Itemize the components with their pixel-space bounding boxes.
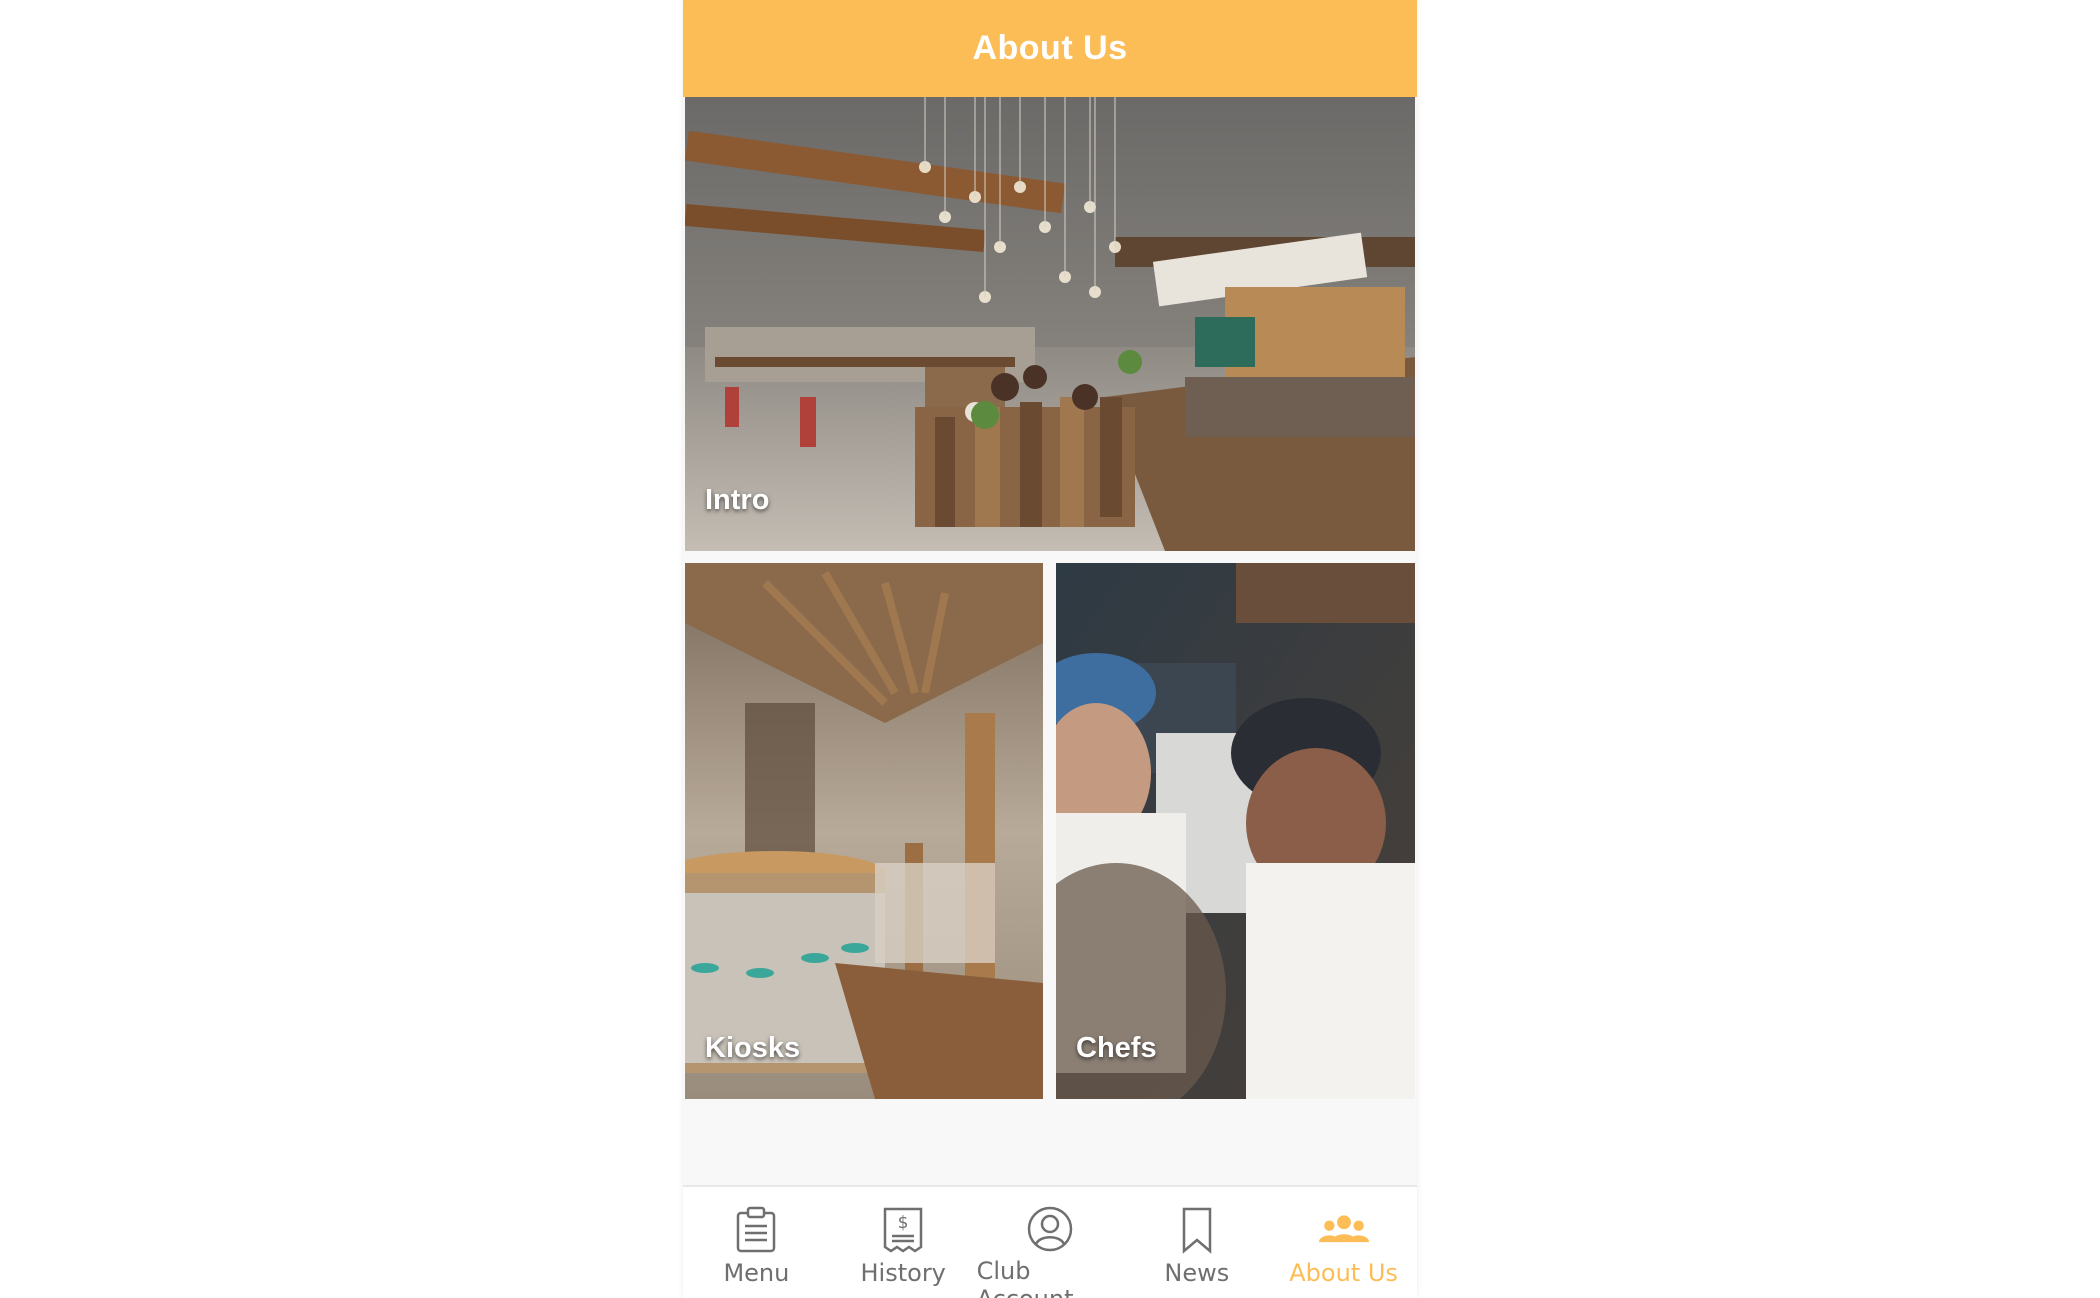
svg-text:$: $ — [898, 1213, 909, 1233]
nav-item-news-label: News — [1164, 1259, 1230, 1287]
nav-item-club-account[interactable]: Club Account — [977, 1187, 1124, 1298]
intro-tile[interactable]: Intro — [685, 97, 1415, 551]
page-header: About Us — [683, 0, 1417, 97]
nav-item-about-us-label: About Us — [1289, 1259, 1398, 1287]
nav-item-about-us[interactable]: About Us — [1270, 1187, 1417, 1298]
app-screen: About Us Intro Kiosks Chefs Menu $ Histo… — [683, 0, 1417, 1298]
bottom-navigation: Menu $ History Club Account — [683, 1185, 1417, 1298]
chefs-image — [1056, 563, 1415, 1099]
kiosks-tile[interactable]: Kiosks — [685, 563, 1043, 1099]
kiosks-tile-label: Kiosks — [705, 1032, 801, 1064]
nav-item-history[interactable]: $ History — [830, 1187, 977, 1298]
user-circle-icon — [1025, 1205, 1075, 1253]
receipt-icon: $ — [878, 1205, 928, 1255]
chefs-tile-label: Chefs — [1076, 1032, 1157, 1064]
nav-item-club-account-label: Club Account — [976, 1257, 1074, 1298]
kiosks-image — [685, 563, 1043, 1099]
clipboard-icon — [731, 1205, 781, 1255]
intro-image — [685, 97, 1415, 551]
chefs-tile[interactable]: Chefs — [1056, 563, 1415, 1099]
page-title: About Us — [972, 29, 1128, 67]
bookmark-icon — [1172, 1205, 1222, 1255]
nav-item-history-label: History — [860, 1259, 946, 1287]
nav-item-menu[interactable]: Menu — [683, 1187, 830, 1298]
group-icon — [1318, 1205, 1369, 1255]
nav-item-menu-label: Menu — [723, 1259, 790, 1287]
intro-tile-label: Intro — [705, 484, 770, 516]
nav-item-news[interactable]: News — [1123, 1187, 1270, 1298]
